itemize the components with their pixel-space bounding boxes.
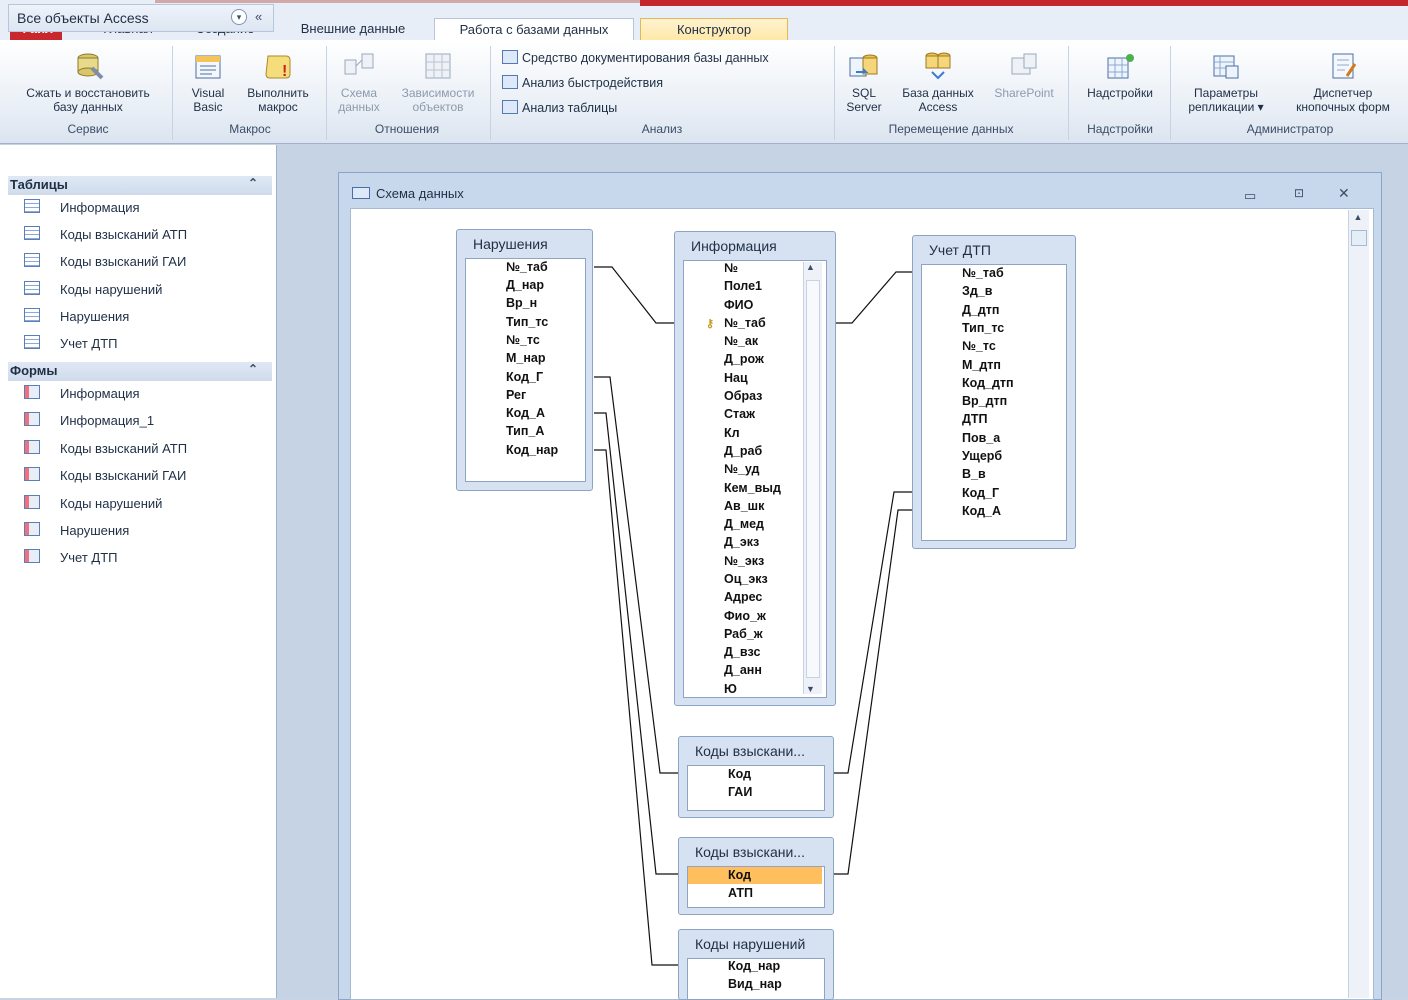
field-item[interactable]: Тип_тс xyxy=(962,321,1004,335)
field-item[interactable]: №_уд xyxy=(724,462,759,476)
field-item[interactable]: Ю xyxy=(724,682,737,696)
field-item[interactable]: Код_А xyxy=(962,504,1001,518)
field-item[interactable]: Д_раб xyxy=(724,444,762,458)
field-item[interactable]: АТП xyxy=(728,886,753,900)
field-item[interactable]: №_таб xyxy=(962,266,1004,280)
field-item[interactable]: Стаж xyxy=(724,407,755,421)
field-item[interactable]: Вр_дтп xyxy=(962,394,1007,408)
field-list[interactable] xyxy=(687,765,825,811)
field-item[interactable]: Образ xyxy=(724,389,762,403)
field-item[interactable]: №_экз xyxy=(724,554,764,568)
table-penalty-codes-atp[interactable]: Коды взыскани... xyxy=(678,837,834,915)
field-item[interactable]: ДТП xyxy=(962,412,988,426)
field-item[interactable]: ФИО xyxy=(724,298,753,312)
field-item[interactable]: Ущерб xyxy=(962,449,1002,463)
field-item[interactable]: Вид_нар xyxy=(728,977,782,991)
field-item[interactable]: М_дтп xyxy=(962,358,1001,372)
field-item[interactable]: ГАИ xyxy=(728,785,752,799)
field-item[interactable]: Адрес xyxy=(724,590,762,604)
field-item[interactable]: №_тс xyxy=(962,339,996,353)
field-item[interactable]: Код_дтп xyxy=(962,376,1014,390)
field-item[interactable]: Д_нар xyxy=(506,278,544,292)
field-item[interactable]: Раб_ж xyxy=(724,627,763,641)
field-item[interactable]: №_таб xyxy=(724,316,766,330)
primary-key-icon: ⚷ xyxy=(706,318,715,330)
table-title: Нарушения xyxy=(473,236,548,252)
field-item[interactable]: Код_нар xyxy=(728,959,780,973)
field-item[interactable]: Д_дтп xyxy=(962,303,999,317)
table-penalty-codes-gai[interactable]: Коды взыскани... xyxy=(678,736,834,818)
field-item[interactable]: Рег xyxy=(506,388,526,402)
field-item-selected[interactable]: Код xyxy=(728,868,751,882)
field-item[interactable]: В_в xyxy=(962,467,986,481)
field-item[interactable]: №_ак xyxy=(724,334,758,348)
field-item[interactable]: Оц_экз xyxy=(724,572,768,586)
field-item[interactable]: № xyxy=(724,261,738,275)
field-item[interactable]: М_нар xyxy=(506,351,546,365)
field-item[interactable]: Ав_шк xyxy=(724,499,764,513)
field-item[interactable]: Нац xyxy=(724,371,748,385)
field-item[interactable]: Фио_ж xyxy=(724,609,766,623)
table-title: Информация xyxy=(691,238,777,254)
selected-field-highlight xyxy=(688,867,822,884)
field-item[interactable]: №_таб xyxy=(506,260,548,274)
field-item[interactable]: Д_анн xyxy=(724,663,762,677)
field-item[interactable]: Код_Г xyxy=(506,370,543,384)
table-title: Коды нарушений xyxy=(695,936,806,952)
field-item[interactable]: Д_мед xyxy=(724,517,764,531)
field-item[interactable]: Код_нар xyxy=(506,443,558,457)
scroll-up-icon[interactable]: ▲ xyxy=(806,262,815,272)
field-item[interactable]: Пов_а xyxy=(962,431,1000,445)
field-item[interactable]: Поле1 xyxy=(724,279,762,293)
field-item[interactable]: Зд_в xyxy=(962,284,992,298)
field-item[interactable]: Д_экз xyxy=(724,535,759,549)
field-item[interactable]: Вр_н xyxy=(506,296,537,310)
table-title: Коды взыскани... xyxy=(695,743,805,759)
field-item[interactable]: Код_Г xyxy=(962,486,999,500)
field-item[interactable]: Тип_А xyxy=(506,424,544,438)
scroll-down-icon[interactable]: ▼ xyxy=(806,684,815,694)
field-item[interactable]: Д_рож xyxy=(724,352,764,366)
table-title: Коды взыскани... xyxy=(695,844,805,860)
field-item[interactable]: Тип_тс xyxy=(506,315,548,329)
field-scrollbar[interactable]: ▲ ▼ xyxy=(803,262,822,694)
field-item[interactable]: Кем_выд xyxy=(724,481,781,495)
field-item[interactable]: №_тс xyxy=(506,333,540,347)
scroll-thumb[interactable] xyxy=(806,280,820,678)
field-item[interactable]: Код_А xyxy=(506,406,545,420)
field-item[interactable]: Кл xyxy=(724,426,740,440)
field-item[interactable]: Д_взс xyxy=(724,645,760,659)
table-title: Учет ДТП xyxy=(929,242,991,258)
table-accidents[interactable]: Учет ДТП xyxy=(912,235,1076,549)
field-item[interactable]: Код xyxy=(728,767,751,781)
